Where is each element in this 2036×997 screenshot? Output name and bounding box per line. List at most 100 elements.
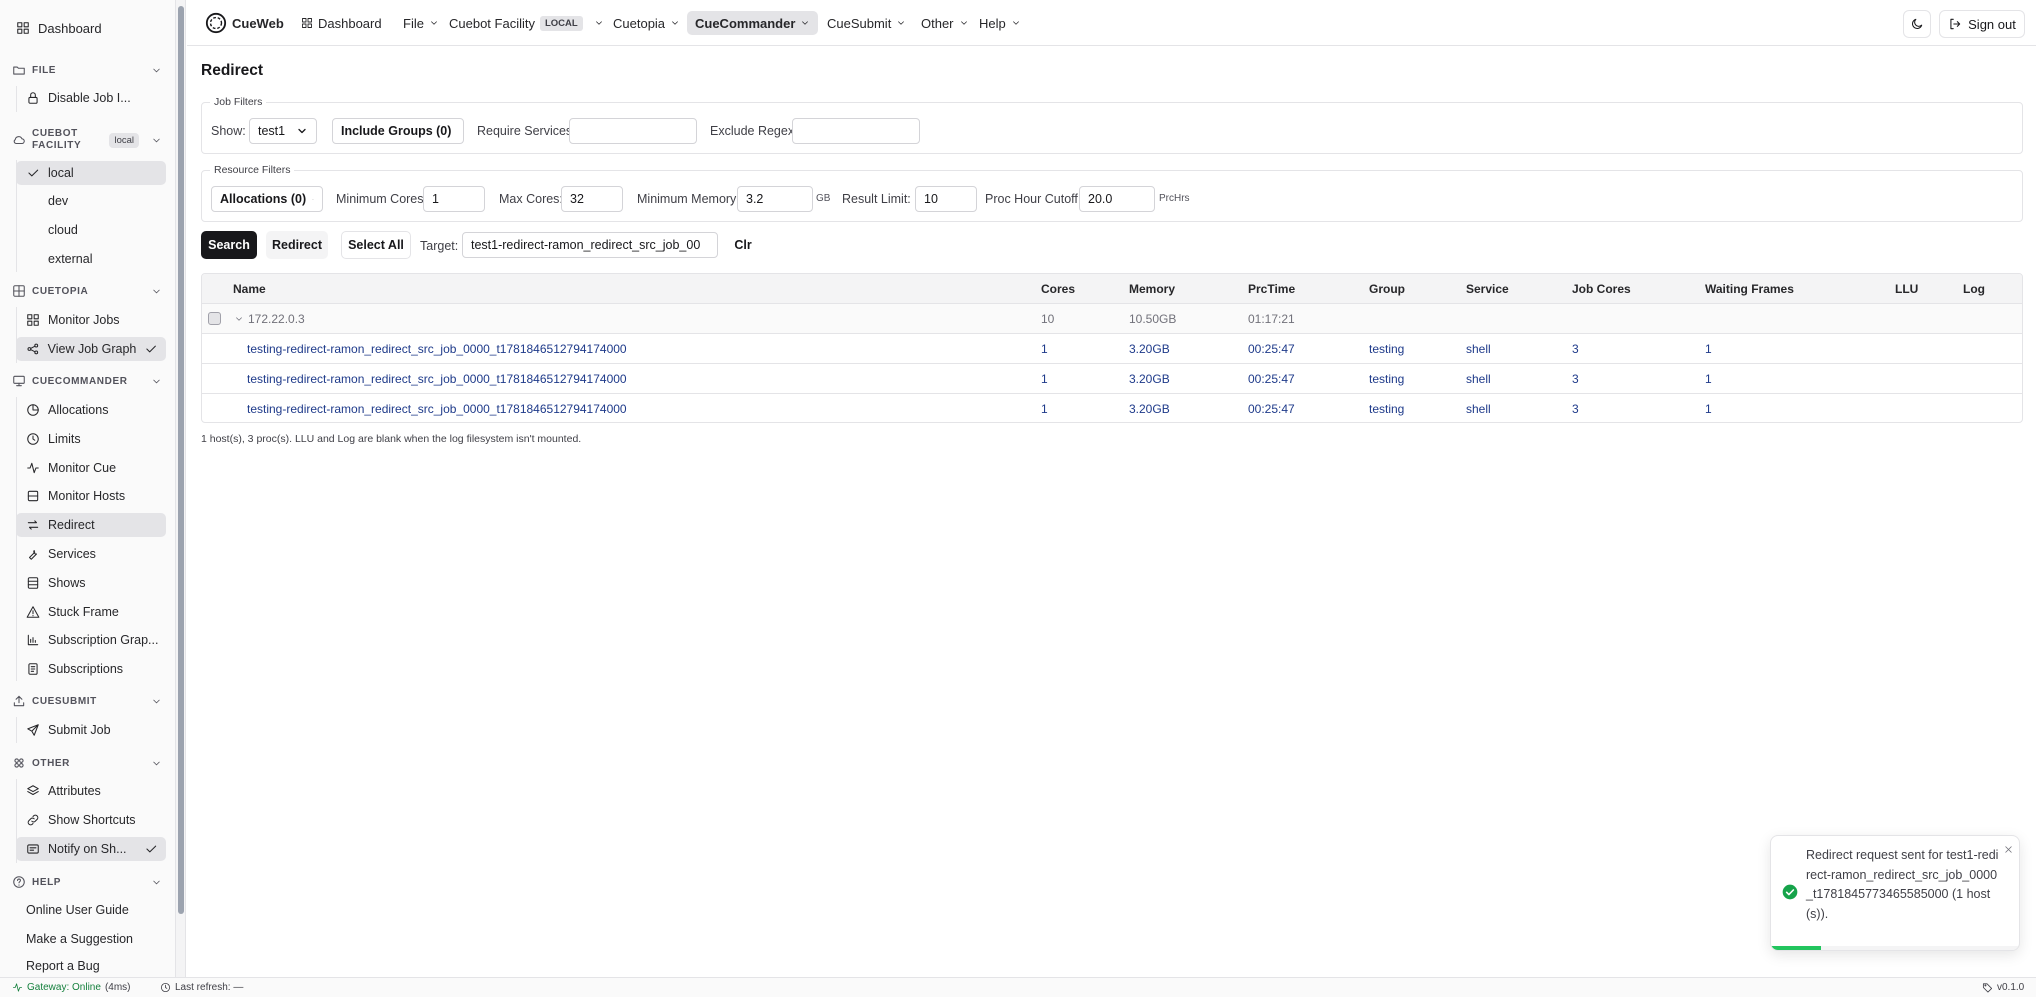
allocations-dropdown[interactable]: Allocations (0) [211,186,323,212]
column-header-cores[interactable]: Cores [1041,282,1075,296]
column-header-log[interactable]: Log [1963,282,1985,296]
toast-message: Redirect request sent for test1-redirect… [1806,848,1999,921]
min-memory-unit: GB [816,193,831,204]
exclude-regex-input[interactable] [792,118,920,144]
proc-service: shell [1466,402,1491,416]
sidebar-item-subscriptions[interactable]: Subscriptions [16,657,166,681]
proc-memory: 3.20GB [1129,372,1170,386]
table-group-row[interactable]: 172.22.0.3 10 10.50GB 01:17:21 [202,304,2022,334]
success-check-icon [1782,884,1798,900]
sidebar-item-allocations[interactable]: Allocations [16,398,166,422]
nav-dashboard[interactable]: Dashboard [293,11,390,35]
nav-other[interactable]: Other [913,11,977,35]
monitor-icon [13,375,25,387]
proc-memory: 3.20GB [1129,342,1170,356]
target-input[interactable] [462,232,718,258]
chevron-down-icon [595,21,602,25]
table-header: Name Cores Memory PrcTime Group Service … [202,274,2022,304]
close-icon[interactable] [2003,844,2014,855]
column-header-waiting-frames[interactable]: Waiting Frames [1705,282,1794,296]
nav-cuesubmit[interactable]: CueSubmit [819,11,914,35]
sidebar-item-monitor-cue[interactable]: Monitor Cue [16,456,166,480]
chevron-down-icon[interactable] [234,314,244,324]
clear-target-button[interactable]: Clr [727,231,759,259]
sidebar-scrollbar[interactable] [175,0,185,977]
cloud-icon [13,136,25,145]
sidebar-item-facility-local[interactable]: local [16,161,166,185]
sidebar-item-services[interactable]: Services [16,542,166,566]
sidebar-section-help[interactable]: HELP [8,871,168,893]
sidebar-item-show-shortcuts[interactable]: Show Shortcuts [16,808,166,832]
moon-icon [1912,18,1923,29]
sidebar-section-cuetopia[interactable]: CUETOPIA [8,280,168,302]
sidebar-item-stuck-frame[interactable]: Stuck Frame [16,600,166,624]
sidebar-item-subscription-graphs[interactable]: Subscription Grap... [16,628,166,652]
select-all-button[interactable]: Select All [341,231,411,259]
chevron-down-icon [802,21,809,25]
show-select[interactable]: test1 [249,118,317,144]
min-cores-input[interactable] [423,186,485,212]
search-button[interactable]: Search [201,231,257,259]
group-checkbox[interactable] [208,312,221,325]
brand-logo[interactable]: CueWeb [197,11,292,35]
sidebar-item-report-bug[interactable]: Report a Bug [16,956,170,976]
sidebar-item-make-suggestion[interactable]: Make a Suggestion [16,927,170,951]
sidebar-section-cuecommander[interactable]: CUECOMMANDER [8,370,168,392]
sidebar-item-facility-cloud[interactable]: cloud [16,218,166,242]
proc-job-cores: 3 [1572,402,1579,416]
require-services-input[interactable] [569,118,697,144]
min-memory-input[interactable] [737,186,813,212]
max-cores-input[interactable] [561,186,623,212]
sidebar-section-file[interactable]: FILE [8,59,168,81]
proc-hour-cutoff-input[interactable] [1079,186,1155,212]
redirect-button[interactable]: Redirect [266,231,328,259]
sidebar-item-notify-on-show[interactable]: Notify on Sh... [16,837,166,861]
nav-file[interactable]: File [395,11,447,35]
column-header-memory[interactable]: Memory [1129,282,1175,296]
include-groups-dropdown[interactable]: Include Groups (0) [332,118,464,144]
column-header-service[interactable]: Service [1466,282,1509,296]
sidebar-item-redirect[interactable]: Redirect [16,513,166,537]
nav-cuebot-facility[interactable]: Cuebot Facility LOCAL [441,11,612,35]
chevron-down-icon [298,128,306,134]
facility-tag: LOCAL [539,15,583,31]
sidebar-item-view-job-graph[interactable]: View Job Graph [16,337,166,361]
column-header-job-cores[interactable]: Job Cores [1572,282,1631,296]
nav-cuetopia[interactable]: Cuetopia [605,11,688,35]
chevron-down-icon [898,21,905,25]
sidebar-item-disable-job[interactable]: Disable Job I... [16,86,166,110]
column-header-name[interactable]: Name [233,282,266,296]
sidebar-item-dashboard[interactable]: Dashboard [8,16,168,40]
nav-help[interactable]: Help [971,11,1029,35]
proc-service: shell [1466,342,1491,356]
column-header-prctime[interactable]: PrcTime [1248,282,1295,296]
sidebar: Dashboard FILE Disable Job I... CUEBOT F… [0,0,186,977]
sidebar-item-monitor-jobs[interactable]: Monitor Jobs [16,308,166,332]
column-header-llu[interactable]: LLU [1895,282,1918,296]
result-limit-label: Result Limit: [842,192,911,206]
sign-out-button[interactable]: Sign out [1939,10,2025,38]
sidebar-item-facility-external[interactable]: external [16,247,166,271]
sidebar-section-cuebot[interactable]: CUEBOT FACILITY local [8,125,168,155]
table-row[interactable]: testing-redirect-ramon_redirect_src_job_… [202,364,2022,394]
sidebar-scrollbar-thumb[interactable] [178,6,184,914]
table-row[interactable]: testing-redirect-ramon_redirect_src_job_… [202,334,2022,364]
column-header-group[interactable]: Group [1369,282,1405,296]
arrows-swap-icon [27,520,39,530]
sidebar-item-online-user-guide[interactable]: Online User Guide [16,898,170,922]
result-limit-input[interactable] [915,186,977,212]
proc-group: testing [1369,402,1405,416]
main-content: Redirect Job Filters Show: test1 Include… [187,47,2036,977]
sidebar-section-cuesubmit[interactable]: CUESUBMIT [8,690,168,712]
theme-toggle-button[interactable] [1903,10,1931,38]
sidebar-item-attributes[interactable]: Attributes [16,779,166,803]
nav-cuecommander[interactable]: CueCommander [687,11,819,35]
table-row[interactable]: testing-redirect-ramon_redirect_src_job_… [202,394,2022,422]
sidebar-item-shows[interactable]: Shows [16,571,166,595]
sidebar-section-other[interactable]: OTHER [8,752,168,774]
sidebar-item-limits[interactable]: Limits [16,427,166,451]
proc-name: testing-redirect-ramon_redirect_src_job_… [247,372,627,386]
sidebar-item-facility-dev[interactable]: dev [16,189,166,213]
sidebar-item-submit-job[interactable]: Submit Job [16,718,166,742]
sidebar-item-monitor-hosts[interactable]: Monitor Hosts [16,484,166,508]
